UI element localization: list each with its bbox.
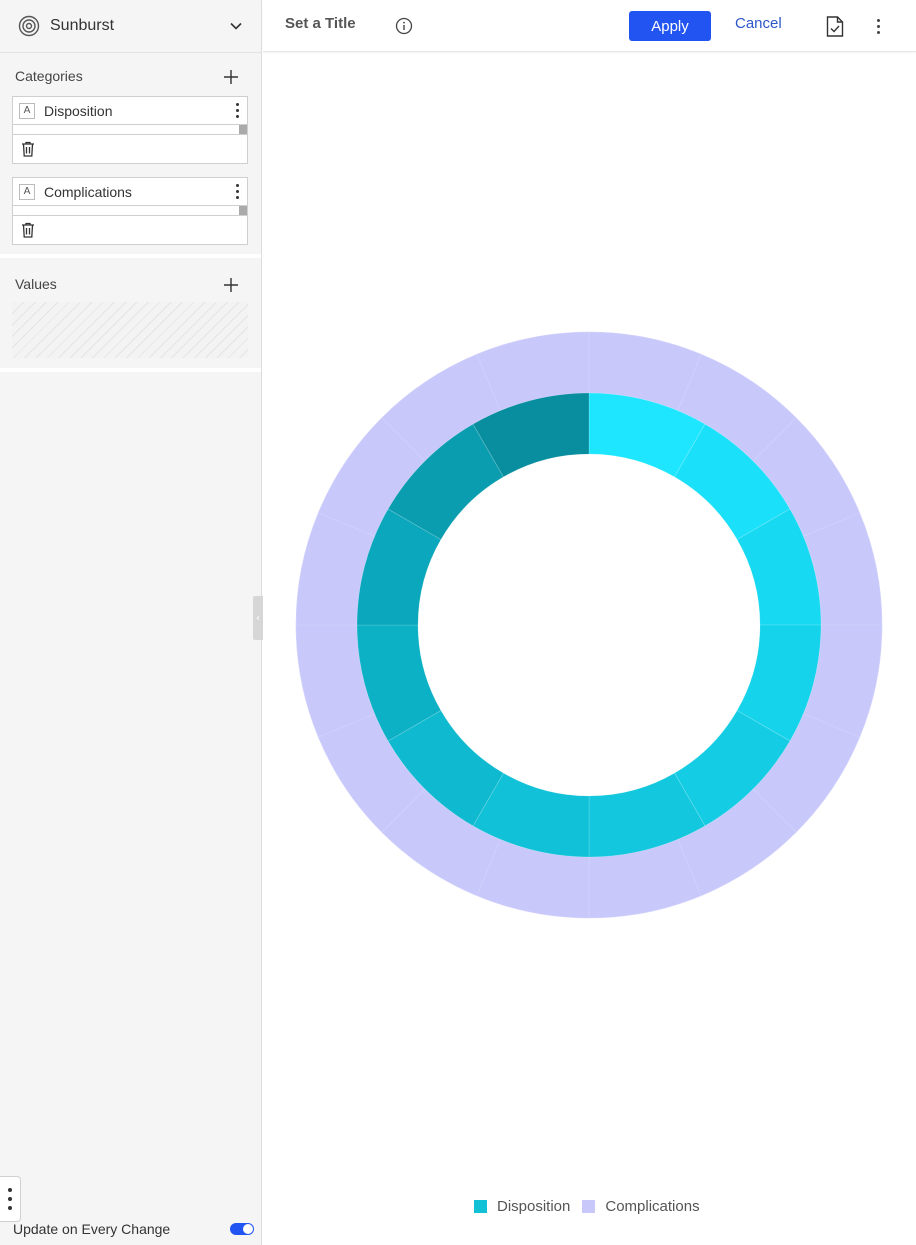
category-field-row[interactable]: A Disposition — [13, 97, 247, 125]
values-title: Values — [15, 276, 57, 292]
field-scroll-strip — [13, 206, 247, 216]
chart-type-selector[interactable]: Sunburst — [0, 0, 261, 53]
cancel-button[interactable]: Cancel — [735, 15, 782, 32]
chevron-down-icon[interactable] — [229, 19, 243, 33]
sunburst-icon — [18, 15, 40, 37]
legend-label: Disposition — [497, 1198, 571, 1215]
sidebar: Sunburst Categories A Disposition A Comp… — [0, 0, 262, 1245]
category-field-row[interactable]: A Complications — [13, 178, 247, 206]
field-actions — [13, 216, 247, 244]
chevron-left-icon: ‹ — [256, 612, 260, 624]
trash-icon[interactable] — [21, 222, 35, 238]
sunburst-chart — [295, 331, 883, 919]
toolbar: Set a Title Apply Cancel — [263, 0, 916, 52]
settings-menu-icon[interactable] — [0, 1176, 21, 1222]
category-field-card: A Complications — [12, 177, 248, 245]
field-menu-icon[interactable] — [227, 180, 247, 204]
scrollbar-thumb[interactable] — [239, 125, 247, 134]
sidebar-collapse-handle[interactable]: ‹ — [253, 596, 263, 640]
values-drop-zone[interactable] — [12, 302, 248, 358]
field-scroll-strip — [13, 125, 247, 135]
legend-swatch — [474, 1200, 487, 1213]
chart-legend: Disposition Complications — [474, 1198, 712, 1215]
update-on-change-label: Update on Every Change — [13, 1221, 171, 1237]
document-check-icon[interactable] — [826, 16, 844, 37]
scrollbar-thumb[interactable] — [239, 206, 247, 215]
section-divider — [0, 254, 261, 258]
chart-type-label: Sunburst — [50, 17, 115, 34]
apply-button[interactable]: Apply — [629, 11, 711, 41]
update-on-change-toggle[interactable] — [230, 1223, 254, 1235]
add-value-icon[interactable] — [222, 276, 240, 294]
add-category-icon[interactable] — [222, 68, 240, 86]
category-field-card: A Disposition — [12, 96, 248, 164]
legend-item-disposition[interactable]: Disposition — [474, 1198, 570, 1215]
field-actions — [13, 135, 247, 163]
app-window: Sunburst Categories A Disposition A Comp… — [0, 0, 916, 1245]
categories-title: Categories — [15, 68, 83, 84]
category-field-name: Disposition — [44, 102, 113, 119]
info-icon[interactable] — [395, 17, 413, 35]
chart-title[interactable]: Set a Title — [285, 15, 356, 32]
legend-item-complications[interactable]: Complications — [582, 1198, 700, 1215]
legend-label: Complications — [605, 1198, 700, 1215]
text-type-badge: A — [19, 183, 35, 200]
more-options-icon[interactable] — [868, 14, 888, 38]
field-menu-icon[interactable] — [227, 99, 247, 123]
section-divider — [0, 368, 261, 372]
category-field-name: Complications — [44, 183, 132, 200]
trash-icon[interactable] — [21, 141, 35, 157]
text-type-badge: A — [19, 102, 35, 119]
legend-swatch — [582, 1200, 596, 1213]
